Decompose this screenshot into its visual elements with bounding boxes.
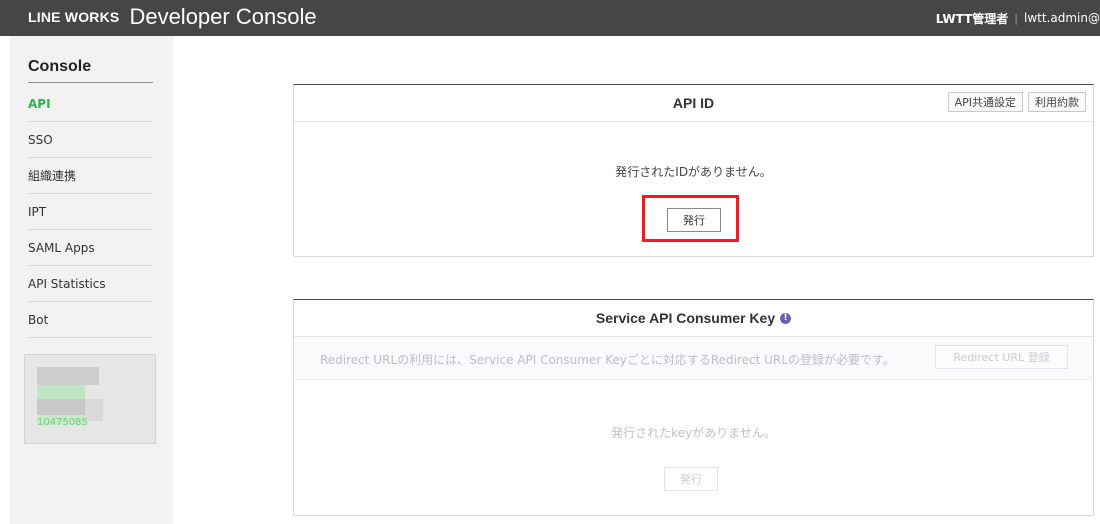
sidebar-item-saml-apps[interactable]: SAML Apps xyxy=(28,230,153,266)
account-area[interactable]: LWTT管理者 | lwtt.admin@ xyxy=(936,0,1100,36)
sidebar-item-api[interactable]: API xyxy=(28,86,153,122)
highlight-box: 発行 xyxy=(642,195,739,242)
issue-button[interactable]: 発行 xyxy=(667,208,721,232)
sidebar-item-bot[interactable]: Bot xyxy=(28,302,153,338)
account-id[interactable]: lwtt.admin@ xyxy=(1024,11,1100,25)
profile-id: 10475085 xyxy=(37,417,88,428)
app-title: Developer Console xyxy=(129,4,317,29)
redirect-notice: Redirect URLの利用には、Service API Consumer K… xyxy=(294,337,1093,380)
panel-title: API ID xyxy=(672,95,715,111)
sidebar-item-org-sync[interactable]: 組織連携 xyxy=(28,158,153,194)
top-bar: LINE WORKS Developer Console LWTT管理者 | l… xyxy=(0,0,1100,36)
redacted-block xyxy=(37,367,99,385)
sidebar: Console API SSO 組織連携 IPT SAML Apps API S… xyxy=(10,36,173,524)
api-common-settings-button[interactable]: API共通設定 xyxy=(947,92,1023,112)
empty-message: 発行されたkeyがありません。 xyxy=(611,426,776,440)
sidebar-item-sso[interactable]: SSO xyxy=(28,122,153,158)
redacted-block xyxy=(37,385,85,399)
account-separator: | xyxy=(1014,11,1019,25)
panel-header-actions: API共通設定 利用約款 xyxy=(947,92,1086,112)
account-name[interactable]: LWTT管理者 xyxy=(936,10,1009,27)
empty-message: 発行されたIDがありません。 xyxy=(615,165,772,179)
brand[interactable]: LINE WORKS Developer Console xyxy=(28,2,317,32)
notice-text: Redirect URLの利用には、Service API Consumer K… xyxy=(320,353,895,367)
sidebar-title: Console xyxy=(28,58,153,83)
consumer-key-panel: Service API Consumer Key ! Redirect URLの… xyxy=(293,299,1094,516)
info-icon[interactable]: ! xyxy=(780,312,792,324)
sidebar-item-api-statistics[interactable]: API Statistics xyxy=(28,266,153,302)
panel-title: Service API Consumer Key xyxy=(595,310,776,326)
redirect-url-register-button[interactable]: Redirect URL 登録 xyxy=(935,345,1068,369)
sidebar-item-ipt[interactable]: IPT xyxy=(28,194,153,230)
api-id-panel: API ID API共通設定 利用約款 発行されたIDがありません。 発行 xyxy=(293,84,1094,257)
issue-key-button[interactable]: 発行 xyxy=(664,467,718,491)
profile-card: 10475085 xyxy=(24,354,156,444)
sidebar-nav: API SSO 組織連携 IPT SAML Apps API Statistic… xyxy=(28,86,153,338)
line-works-logo: LINE WORKS xyxy=(28,9,120,25)
panel-header: Service API Consumer Key ! xyxy=(294,300,1093,337)
terms-button[interactable]: 利用約款 xyxy=(1028,92,1086,112)
panel-header: API ID API共通設定 利用約款 xyxy=(294,85,1093,122)
